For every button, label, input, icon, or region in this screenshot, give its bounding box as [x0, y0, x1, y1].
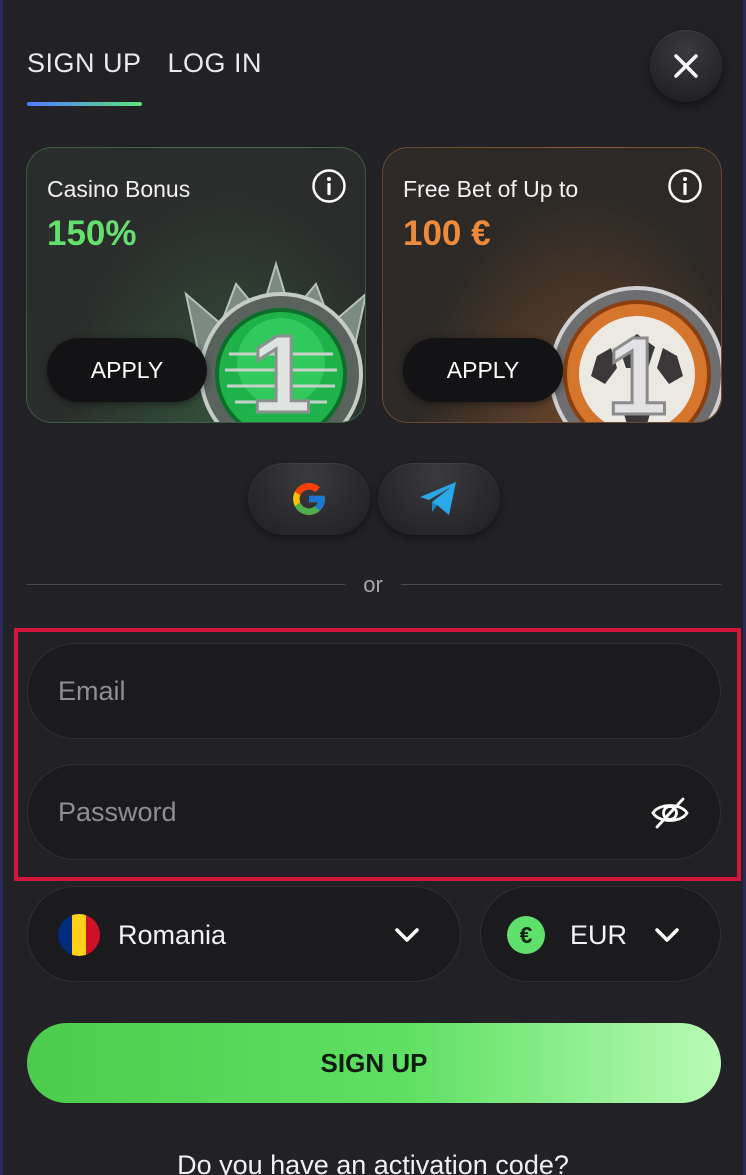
email-field[interactable]: [27, 643, 721, 739]
apply-button[interactable]: APPLY: [403, 338, 563, 402]
signup-modal: SIGN UP LOG IN Casino Bonus 150% 1 APPLY…: [0, 0, 746, 1175]
telegram-login-button[interactable]: [378, 463, 500, 535]
free-bet-card[interactable]: Free Bet of Up to 100 € 1 APPLY: [382, 147, 722, 423]
chevron-down-icon: [395, 928, 419, 942]
euro-icon: €: [507, 916, 545, 954]
currency-label: EUR: [570, 920, 628, 950]
email-input[interactable]: [58, 675, 618, 707]
medal-number: 1: [250, 313, 311, 423]
country-label: Romania: [118, 920, 227, 950]
info-icon[interactable]: [667, 168, 703, 204]
bonus-amount: 100 €: [403, 214, 491, 253]
auth-tabs: SIGN UP LOG IN: [27, 48, 262, 79]
apply-button[interactable]: APPLY: [47, 338, 207, 402]
football-medal-icon: 1: [549, 286, 721, 423]
bonus-title: Free Bet of Up to: [403, 176, 579, 202]
google-login-button[interactable]: [248, 463, 370, 535]
romania-flag-icon: [58, 914, 100, 956]
tab-signup[interactable]: SIGN UP: [27, 48, 142, 79]
info-icon[interactable]: [311, 168, 347, 204]
casino-bonus-card[interactable]: Casino Bonus 150% 1 APPLY: [26, 147, 366, 423]
country-select[interactable]: Romania: [27, 886, 461, 982]
bonus-amount: 150%: [47, 214, 137, 253]
telegram-icon: [420, 482, 456, 515]
active-tab-indicator: [27, 102, 142, 106]
divider-text: or: [363, 572, 383, 597]
activation-code-link[interactable]: Do you have an activation code?: [3, 1150, 743, 1175]
casino-medal-icon: 1: [184, 260, 365, 423]
bonus-title: Casino Bonus: [47, 176, 191, 202]
password-input[interactable]: [58, 796, 618, 828]
divider-right: [401, 584, 721, 585]
close-icon: [674, 54, 698, 78]
tab-login[interactable]: LOG IN: [168, 48, 263, 79]
medal-number: 1: [606, 315, 667, 423]
eye-off-icon[interactable]: [650, 793, 690, 833]
password-field[interactable]: [27, 764, 721, 860]
chevron-down-icon: [655, 928, 679, 942]
signup-button[interactable]: SIGN UP: [27, 1023, 721, 1103]
close-button[interactable]: [650, 30, 722, 102]
currency-select[interactable]: € EUR: [480, 886, 721, 982]
google-icon: [293, 483, 325, 515]
